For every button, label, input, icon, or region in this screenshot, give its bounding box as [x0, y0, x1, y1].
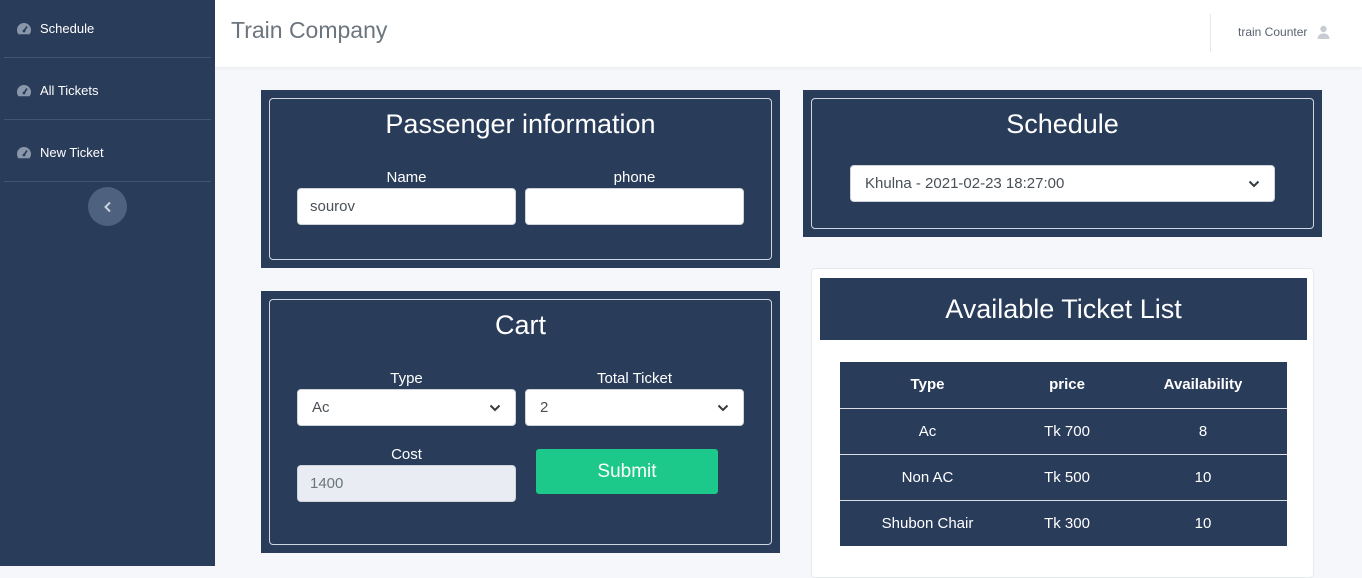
phone-input[interactable] [525, 188, 744, 225]
table-row: Ac Tk 700 8 [840, 408, 1287, 454]
cart-title: Cart [494, 310, 546, 340]
name-label: Name [386, 169, 427, 186]
tachometer-icon [16, 22, 32, 36]
sidebar-item-all-tickets[interactable]: All Tickets [4, 62, 211, 120]
sidebar-item-label: Schedule [40, 21, 95, 36]
cell-availability: 10 [1119, 499, 1287, 546]
name-input[interactable] [297, 188, 516, 225]
sidebar: Schedule All Tickets New Ticket [0, 0, 215, 566]
passenger-panel: Passenger information Name phone [261, 90, 780, 268]
tachometer-icon [16, 84, 32, 98]
chevron-down-icon [489, 404, 501, 412]
schedule-select[interactable]: Khulna - 2021-02-23 18:27:00 [850, 165, 1275, 202]
sidebar-item-schedule[interactable]: Schedule [4, 0, 211, 58]
total-ticket-select-value: 2 [540, 399, 549, 416]
tachometer-icon [16, 146, 32, 160]
type-select[interactable]: Ac [297, 389, 516, 426]
schedule-panel: Schedule Khulna - 2021-02-23 18:27:00 [803, 90, 1322, 237]
user-name: train Counter [1238, 25, 1308, 39]
column-header-availability: Availability [1119, 362, 1287, 409]
cell-type: Non AC [840, 453, 1015, 500]
schedule-title: Schedule [1006, 109, 1119, 139]
table-row: Non AC Tk 500 10 [840, 453, 1287, 500]
phone-label: phone [613, 169, 656, 186]
ticket-list-card: Available Ticket List Type price Availab… [811, 268, 1314, 578]
schedule-select-value: Khulna - 2021-02-23 18:27:00 [865, 175, 1065, 192]
cost-field[interactable] [297, 465, 516, 502]
cell-type: Ac [918, 422, 937, 440]
ticket-table: Type price Availability Ac Tk 700 8 Non … [840, 362, 1287, 546]
total-ticket-select[interactable]: 2 [525, 389, 744, 426]
cell-type: Shubon Chair [840, 499, 1015, 546]
app-title: Train Company [231, 17, 388, 43]
cost-label: Cost [391, 446, 422, 463]
table-row: Shubon Chair Tk 300 10 [840, 499, 1287, 546]
sidebar-item-new-ticket[interactable]: New Ticket [4, 124, 211, 182]
cell-price: Tk 300 [1015, 499, 1119, 546]
type-select-value: Ac [312, 399, 330, 416]
chevron-down-icon [717, 404, 729, 412]
user-menu[interactable]: train Counter [1238, 25, 1330, 39]
user-icon [1317, 25, 1330, 39]
sidebar-toggle-button[interactable] [88, 187, 127, 226]
sidebar-item-label: All Tickets [40, 83, 99, 98]
cell-price: Tk 500 [1015, 453, 1119, 500]
header-divider [1210, 14, 1211, 52]
chevron-left-icon [103, 201, 113, 213]
type-label: Type [390, 370, 423, 387]
cell-price: Tk 700 [1044, 422, 1090, 440]
column-header-type: Type [840, 362, 1015, 409]
submit-button[interactable]: Submit [536, 449, 718, 494]
passenger-title: Passenger information [385, 109, 656, 139]
cell-availability: 8 [1198, 422, 1208, 440]
ticket-list-title: Available Ticket List [820, 278, 1307, 340]
column-header-price: price [1015, 362, 1119, 409]
cart-panel: Cart Type Ac Total Ticket 2 Cost Submit [261, 291, 780, 553]
sidebar-item-label: New Ticket [40, 145, 104, 160]
cell-availability: 10 [1119, 453, 1287, 500]
top-bar: Train Company train Counter [215, 0, 1362, 67]
total-ticket-label: Total Ticket [596, 370, 673, 387]
chevron-down-icon [1248, 180, 1260, 188]
table-header-row: Type price Availability [840, 362, 1287, 409]
